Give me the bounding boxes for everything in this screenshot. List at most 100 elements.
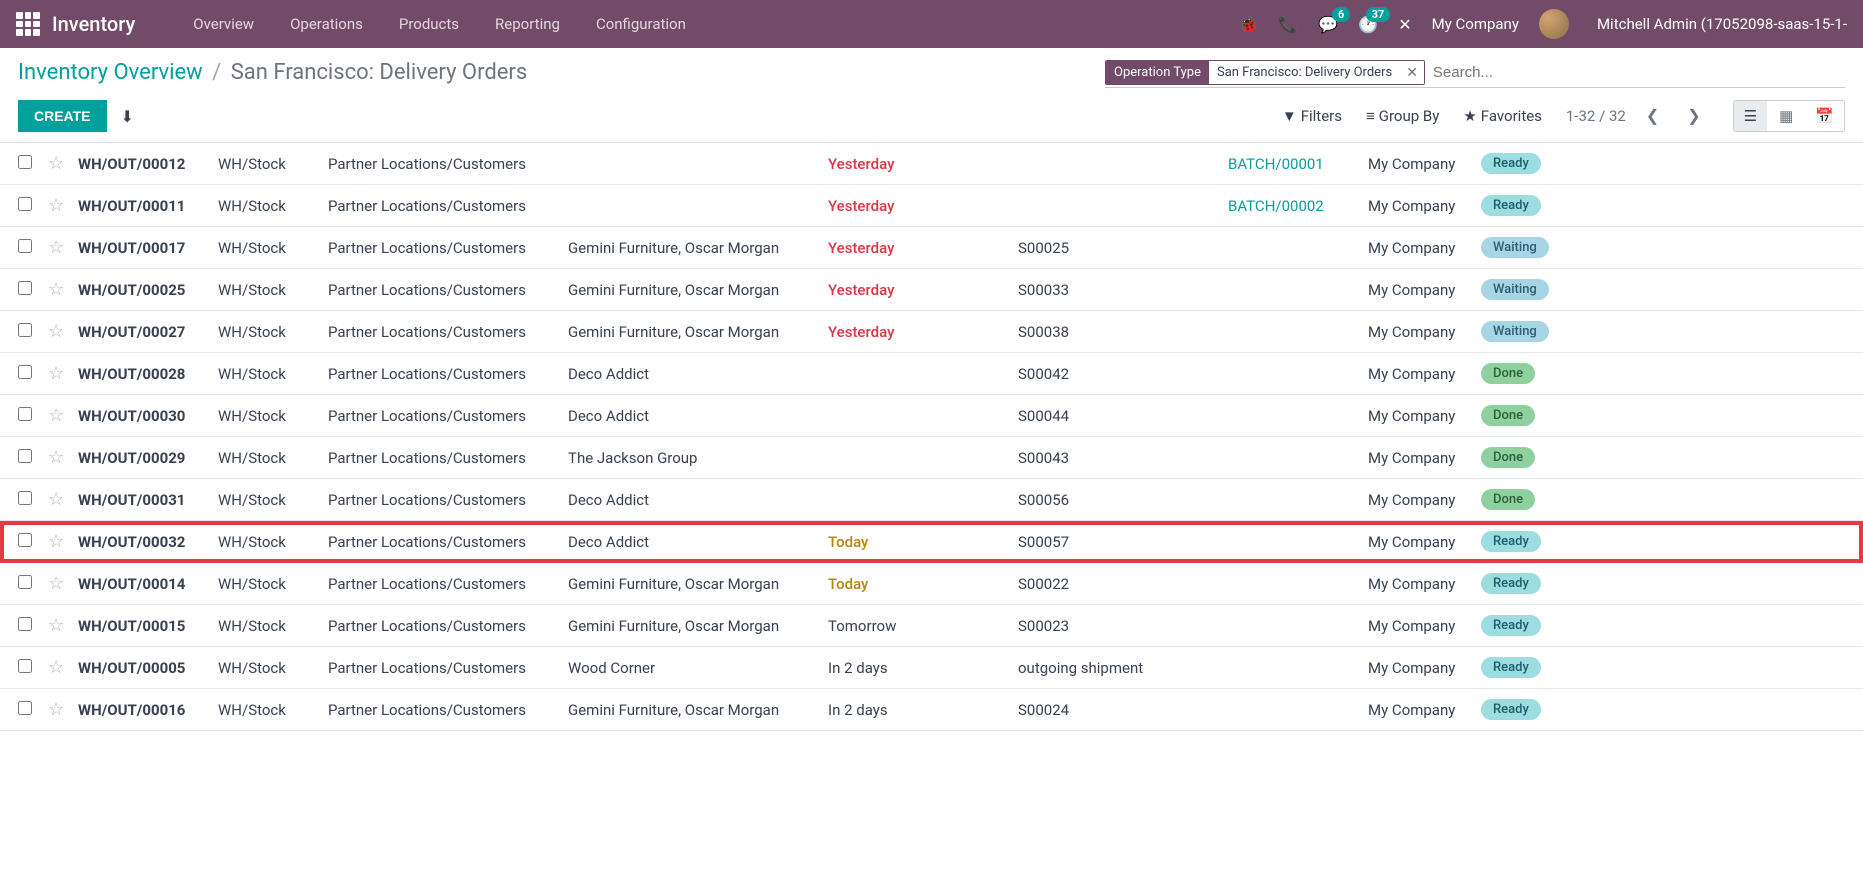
cell-contact: Gemini Furniture, Oscar Morgan <box>568 323 828 341</box>
menu-products[interactable]: Products <box>381 15 477 33</box>
tools-icon[interactable]: ✕ <box>1398 15 1411 34</box>
menu-configuration[interactable]: Configuration <box>578 15 704 33</box>
cell-company: My Company <box>1368 239 1481 257</box>
kanban-view-icon[interactable]: ▦ <box>1769 101 1803 131</box>
row-checkbox[interactable] <box>18 701 32 715</box>
apps-icon[interactable] <box>16 12 40 36</box>
table-row[interactable]: ☆WH/OUT/00005WH/StockPartner Locations/C… <box>0 647 1863 689</box>
table-row[interactable]: ☆WH/OUT/00012WH/StockPartner Locations/C… <box>0 143 1863 185</box>
pager-prev-icon[interactable]: ❮ <box>1638 102 1667 130</box>
search-bar[interactable]: Operation Type San Francisco: Delivery O… <box>1105 60 1845 88</box>
row-checkbox[interactable] <box>18 533 32 547</box>
favorites-button[interactable]: ★Favorites <box>1463 107 1542 125</box>
table-row[interactable]: ☆WH/OUT/00011WH/StockPartner Locations/C… <box>0 185 1863 227</box>
cell-scheduled: Yesterday <box>828 197 1018 215</box>
star-icon[interactable]: ☆ <box>48 657 78 678</box>
calendar-view-icon[interactable]: 📅 <box>1805 101 1844 131</box>
filter-icon: ▼ <box>1282 107 1297 125</box>
groupby-button[interactable]: ≡Group By <box>1366 107 1439 125</box>
pager-next-icon[interactable]: ❯ <box>1679 102 1708 130</box>
menu-reporting[interactable]: Reporting <box>477 15 578 33</box>
cell-to: Partner Locations/Customers <box>328 491 568 509</box>
phone-icon[interactable]: 📞 <box>1278 15 1298 34</box>
facet-remove-icon[interactable]: ✕ <box>1400 65 1424 81</box>
star-icon[interactable]: ☆ <box>48 195 78 216</box>
chat-icon[interactable]: 💬6 <box>1318 15 1338 34</box>
table-row[interactable]: ☆WH/OUT/00027WH/StockPartner Locations/C… <box>0 311 1863 353</box>
cell-batch[interactable]: BATCH/00001 <box>1228 155 1368 173</box>
cell-to: Partner Locations/Customers <box>328 281 568 299</box>
row-checkbox[interactable] <box>18 323 32 337</box>
search-input[interactable] <box>1425 60 1845 85</box>
star-icon[interactable]: ☆ <box>48 405 78 426</box>
star-icon[interactable]: ☆ <box>48 531 78 552</box>
facet-value: San Francisco: Delivery Orders <box>1209 61 1400 84</box>
row-checkbox[interactable] <box>18 575 32 589</box>
menu-overview[interactable]: Overview <box>175 15 272 33</box>
row-checkbox[interactable] <box>18 659 32 673</box>
menu-operations[interactable]: Operations <box>272 15 381 33</box>
filters-button[interactable]: ▼Filters <box>1282 107 1342 125</box>
activity-badge: 37 <box>1366 7 1391 22</box>
cell-source: S00042 <box>1018 365 1228 383</box>
star-icon[interactable]: ☆ <box>48 237 78 258</box>
table-row[interactable]: ☆WH/OUT/00017WH/StockPartner Locations/C… <box>0 227 1863 269</box>
star-icon[interactable]: ☆ <box>48 363 78 384</box>
table-row[interactable]: ☆WH/OUT/00030WH/StockPartner Locations/C… <box>0 395 1863 437</box>
row-checkbox[interactable] <box>18 491 32 505</box>
app-brand[interactable]: Inventory <box>52 12 135 36</box>
cell-source: S00033 <box>1018 281 1228 299</box>
table-row[interactable]: ☆WH/OUT/00028WH/StockPartner Locations/C… <box>0 353 1863 395</box>
cell-reference: WH/OUT/00028 <box>78 365 218 383</box>
row-checkbox[interactable] <box>18 281 32 295</box>
table-row[interactable]: ☆WH/OUT/00032WH/StockPartner Locations/C… <box>0 521 1863 563</box>
table-row[interactable]: ☆WH/OUT/00016WH/StockPartner Locations/C… <box>0 689 1863 731</box>
create-button[interactable]: CREATE <box>18 100 107 132</box>
star-icon[interactable]: ☆ <box>48 447 78 468</box>
cell-contact: Gemini Furniture, Oscar Morgan <box>568 575 828 593</box>
bug-icon[interactable]: 🐞 <box>1239 15 1259 34</box>
cell-source: S00038 <box>1018 323 1228 341</box>
star-icon[interactable]: ☆ <box>48 573 78 594</box>
row-checkbox[interactable] <box>18 365 32 379</box>
star-icon[interactable]: ☆ <box>48 321 78 342</box>
table-row[interactable]: ☆WH/OUT/00015WH/StockPartner Locations/C… <box>0 605 1863 647</box>
row-checkbox[interactable] <box>18 155 32 169</box>
cell-source: S00022 <box>1018 575 1228 593</box>
activity-icon[interactable]: 🕐37 <box>1358 15 1378 34</box>
star-icon[interactable]: ☆ <box>48 279 78 300</box>
row-checkbox[interactable] <box>18 197 32 211</box>
cell-source: S00025 <box>1018 239 1228 257</box>
breadcrumb-parent[interactable]: Inventory Overview <box>18 60 203 85</box>
star-icon[interactable]: ☆ <box>48 489 78 510</box>
cell-company: My Company <box>1368 155 1481 173</box>
list-view-icon[interactable]: ☰ <box>1734 101 1767 131</box>
row-checkbox[interactable] <box>18 449 32 463</box>
company-selector[interactable]: My Company <box>1432 15 1519 33</box>
row-checkbox[interactable] <box>18 239 32 253</box>
star-icon: ★ <box>1463 107 1476 125</box>
cell-company: My Company <box>1368 491 1481 509</box>
row-checkbox[interactable] <box>18 617 32 631</box>
status-badge: Ready <box>1481 657 1541 678</box>
star-icon[interactable]: ☆ <box>48 699 78 720</box>
table-row[interactable]: ☆WH/OUT/00029WH/StockPartner Locations/C… <box>0 437 1863 479</box>
group-icon: ≡ <box>1366 107 1375 125</box>
status-badge: Done <box>1481 405 1535 426</box>
cell-batch[interactable]: BATCH/00002 <box>1228 197 1368 215</box>
row-checkbox[interactable] <box>18 407 32 421</box>
avatar[interactable] <box>1539 9 1569 39</box>
download-icon[interactable]: ⬇ <box>121 107 134 126</box>
cell-company: My Company <box>1368 449 1481 467</box>
pager-range[interactable]: 1-32 / 32 <box>1566 107 1626 125</box>
star-icon[interactable]: ☆ <box>48 153 78 174</box>
star-icon[interactable]: ☆ <box>48 615 78 636</box>
cell-from: WH/Stock <box>218 533 328 551</box>
table-row[interactable]: ☆WH/OUT/00014WH/StockPartner Locations/C… <box>0 563 1863 605</box>
user-menu[interactable]: Mitchell Admin (17052098-saas-15-1- <box>1597 15 1847 33</box>
cell-reference: WH/OUT/00012 <box>78 155 218 173</box>
table-row[interactable]: ☆WH/OUT/00025WH/StockPartner Locations/C… <box>0 269 1863 311</box>
table-row[interactable]: ☆WH/OUT/00031WH/StockPartner Locations/C… <box>0 479 1863 521</box>
cell-from: WH/Stock <box>218 281 328 299</box>
cell-from: WH/Stock <box>218 365 328 383</box>
